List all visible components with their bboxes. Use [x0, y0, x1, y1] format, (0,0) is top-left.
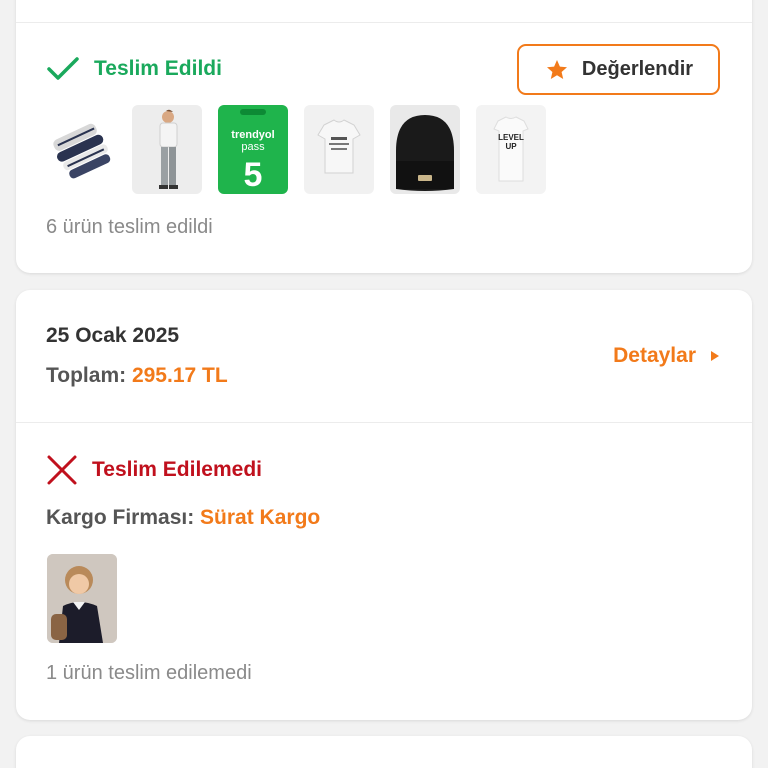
order-date: 25 Ocak 2025: [46, 324, 180, 347]
cargo-label: Kargo Firması:: [46, 506, 195, 529]
card-divider: [16, 22, 752, 23]
boy-outfit-product-image[interactable]: [132, 105, 202, 194]
order-card-next: [16, 736, 752, 768]
delivered-count-text: 6 ürün teslim edildi: [46, 216, 213, 238]
level-text: LEVEL: [498, 133, 524, 142]
rate-button-label: Değerlendir: [581, 58, 694, 80]
product-thumbnails: trendyol pass 5 LEVEL UP: [46, 105, 562, 194]
trendyol-pass-product-image[interactable]: trendyol pass 5: [218, 105, 288, 194]
total-label: Toplam:: [46, 364, 127, 387]
cargo-info: Kargo Firması: Sürat Kargo: [46, 506, 320, 530]
caret-right-icon: [711, 351, 719, 361]
failed-count-text: 1 ürün teslim edilemedi: [46, 662, 252, 684]
up-text: UP: [505, 142, 517, 151]
level-up-tshirt-product-image[interactable]: LEVEL UP: [476, 105, 546, 194]
cargo-name: Sürat Kargo: [200, 506, 321, 529]
star-icon: [546, 59, 567, 79]
status-failed-text: Teslim Edilemedi: [92, 458, 262, 481]
details-link[interactable]: Detaylar: [613, 344, 720, 368]
delivery-status: Teslim Edildi: [46, 56, 222, 82]
pass-brand-text: trendyol: [231, 129, 275, 141]
tshirt-product-image[interactable]: [304, 105, 374, 194]
order-total: Toplam: 295.17 TL: [46, 364, 228, 388]
total-value: 295.17 TL: [131, 364, 228, 387]
pass-word-text: pass: [241, 141, 265, 153]
socks-product-image[interactable]: [46, 105, 116, 194]
pass-number-text: 5: [243, 156, 263, 194]
delivery-status: Teslim Edilemedi: [46, 454, 262, 486]
rate-button[interactable]: Değerlendir: [517, 44, 720, 95]
child-sweater-product-image[interactable]: [47, 554, 117, 643]
details-label: Detaylar: [613, 344, 696, 367]
close-x-icon: [47, 455, 77, 485]
status-delivered-text: Teslim Edildi: [94, 57, 222, 80]
order-card-failed: 25 Ocak 2025 Toplam: 295.17 TL Detaylar …: [16, 290, 752, 720]
checkmark-icon: [47, 57, 79, 80]
beanie-product-image[interactable]: [390, 105, 460, 194]
order-card-delivered: Teslim Edildi Değerlendir trendyol pass …: [16, 0, 752, 273]
card-divider: [16, 422, 752, 423]
